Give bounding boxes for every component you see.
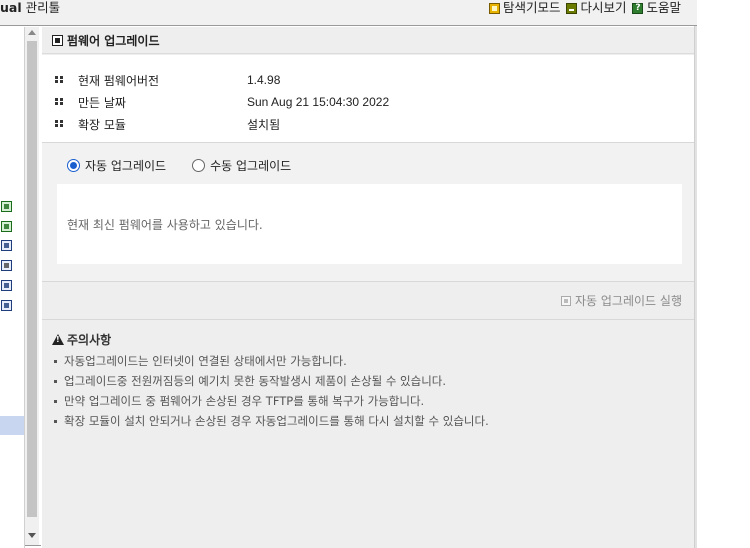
scroll-bottom-divider xyxy=(25,545,41,546)
help-icon: ? xyxy=(632,2,644,14)
notes-title-text: 주의사항 xyxy=(67,333,112,347)
notes-title: 주의사항 xyxy=(52,331,694,348)
bullet-icon xyxy=(54,119,66,129)
sidebar-anchor-icon[interactable] xyxy=(1,280,12,291)
vertical-scrollbar[interactable] xyxy=(25,27,39,546)
app-title-text: 관리툴 xyxy=(25,0,61,15)
sidebar-table-icon[interactable] xyxy=(1,201,12,212)
note-item: 자동업그레이드는 인터넷이 연결된 상태에서만 가능합니다. xyxy=(52,351,694,371)
upgrade-mode-radios: 자동 업그레이드 수동 업그레이드 xyxy=(67,157,291,174)
run-upgrade-icon xyxy=(561,295,571,306)
section-header: 펌웨어 업그레이드 xyxy=(42,27,694,54)
scroll-thumb[interactable] xyxy=(27,41,37,517)
explorer-mode-icon xyxy=(488,2,500,14)
info-label: 현재 펌웨어버전 xyxy=(78,73,160,88)
sidebar-selected-item[interactable] xyxy=(0,416,24,435)
app-title: ual 관리툴 xyxy=(0,0,60,16)
help-label: 도움말 xyxy=(646,0,681,15)
note-item: 확장 모듈이 설치 안되거나 손상된 경우 자동업그레이드를 통해 다시 설치할… xyxy=(52,411,694,431)
run-auto-upgrade-button[interactable]: 자동 업그레이드 실행 xyxy=(561,292,682,309)
notes-section: 주의사항 자동업그레이드는 인터넷이 연결된 상태에서만 가능합니다. 업그레이… xyxy=(42,321,694,431)
run-auto-upgrade-label: 자동 업그레이드 실행 xyxy=(575,294,682,308)
status-message-box: 현재 최신 펌웨어를 사용하고 있습니다. xyxy=(57,184,682,264)
panel-right-border xyxy=(694,26,697,548)
explorer-mode-label: 탐색기모드 xyxy=(502,0,561,15)
manual-upgrade-radio-circle[interactable] xyxy=(192,159,206,172)
top-bar: ual 관리툴 탐색기모드 다시보기 ? 도움말 xyxy=(0,0,697,26)
section-title: 펌웨어 업그레이드 xyxy=(67,33,160,48)
refresh-view-label: 다시보기 xyxy=(580,0,627,15)
app-title-prefix: ual xyxy=(0,0,22,15)
firmware-panel: 펌웨어 업그레이드 현재 펌웨어버전 1.4.98 만든 날짜 Sun Aug … xyxy=(42,27,694,548)
explorer-mode-link[interactable]: 탐색기모드 xyxy=(488,0,561,16)
action-row: 자동 업그레이드 실행 xyxy=(42,282,694,320)
manual-upgrade-label: 수동 업그레이드 xyxy=(210,159,292,173)
info-row: 현재 펌웨어버전 1.4.98 xyxy=(42,69,694,91)
sidebar-grid-icon[interactable] xyxy=(1,221,12,232)
status-message: 현재 최신 펌웨어를 사용하고 있습니다. xyxy=(67,218,263,232)
sidebar-gear-icon[interactable] xyxy=(1,300,12,311)
sidebar xyxy=(0,27,25,548)
scroll-up-arrow-icon[interactable] xyxy=(28,30,36,35)
info-value: 1.4.98 xyxy=(247,73,281,87)
firmware-section-icon xyxy=(52,34,63,46)
info-value: Sun Aug 21 15:04:30 2022 xyxy=(247,95,390,109)
info-label: 만든 날짜 xyxy=(78,95,126,110)
note-item: 업그레이드중 전원꺼짐등의 예기치 못한 동작발생시 제품이 손상될 수 있습니… xyxy=(52,371,694,391)
bullet-icon xyxy=(54,97,66,107)
auto-upgrade-radio-circle[interactable] xyxy=(67,159,80,172)
note-item: 만약 업그레이드 중 펌웨어가 손상된 경우 TFTP를 통해 복구가 가능합니… xyxy=(52,391,694,411)
warning-icon xyxy=(52,334,64,345)
upgrade-mode-area: 자동 업그레이드 수동 업그레이드 현재 최신 펌웨어를 사용하고 있습니다. xyxy=(42,143,694,282)
sidebar-plug-icon[interactable] xyxy=(1,240,12,251)
info-label: 확장 모듈 xyxy=(78,117,126,132)
info-row: 만든 날짜 Sun Aug 21 15:04:30 2022 xyxy=(42,91,694,113)
top-links: 탐색기모드 다시보기 ? 도움말 xyxy=(488,0,681,16)
manual-upgrade-radio[interactable]: 수동 업그레이드 xyxy=(192,157,291,174)
help-link[interactable]: ? 도움말 xyxy=(632,0,681,16)
refresh-view-link[interactable]: 다시보기 xyxy=(566,0,626,16)
scroll-down-arrow-icon[interactable] xyxy=(28,533,36,538)
auto-upgrade-label: 자동 업그레이드 xyxy=(85,159,167,173)
firmware-info-box: 현재 펌웨어버전 1.4.98 만든 날짜 Sun Aug 21 15:04:3… xyxy=(42,55,694,143)
bullet-icon xyxy=(54,75,66,85)
refresh-view-icon xyxy=(566,2,578,14)
info-value: 설치됨 xyxy=(247,117,281,132)
auto-upgrade-radio[interactable]: 자동 업그레이드 xyxy=(67,157,166,174)
sidebar-disk-icon[interactable] xyxy=(1,260,12,271)
info-row: 확장 모듈 설치됨 xyxy=(42,113,694,135)
